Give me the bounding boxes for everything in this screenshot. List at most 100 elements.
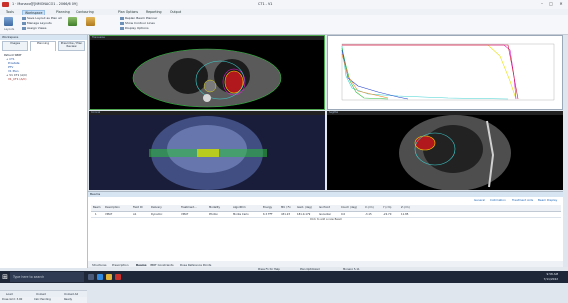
browser-icon[interactable]: [97, 274, 103, 280]
col-field-id[interactable]: Field ID: [133, 206, 143, 209]
status-dose-grid: Dose Grid: 3.00: [2, 298, 23, 301]
sagittal-image: [399, 115, 511, 190]
document-title: CT1 - V1: [258, 2, 273, 6]
tab-images[interactable]: Images: [2, 41, 28, 51]
unload-all-button[interactable]: Unload All: [64, 292, 78, 296]
col-treatment[interactable]: Treatment...: [181, 206, 197, 209]
dvh-chart: [328, 36, 562, 109]
dvh-view[interactable]: [327, 35, 563, 110]
maximize-icon[interactable]: □: [547, 1, 555, 7]
close-icon[interactable]: ✕: [557, 1, 565, 7]
ribbon-item-manage-layouts[interactable]: Manage Layouts: [22, 21, 52, 25]
col-algorithm[interactable]: Algorithm: [233, 206, 246, 209]
task-view-icon[interactable]: [88, 274, 94, 280]
col-mu[interactable]: MU / Fx: [281, 206, 291, 209]
col-description[interactable]: Description: [105, 206, 120, 209]
cell-treatment[interactable]: VMAT: [181, 213, 188, 216]
display-icon: [120, 26, 124, 30]
tab-beams[interactable]: Beams: [136, 263, 147, 267]
col-gantry[interactable]: Gant. (deg): [297, 206, 312, 209]
tab-dose-reference-points[interactable]: Dose Reference Points: [180, 263, 211, 267]
cell-mu[interactable]: 431.23: [281, 213, 290, 216]
cell-description[interactable]: VMAT: [105, 213, 112, 216]
col-y[interactable]: Y (cm): [383, 206, 391, 209]
save-icon: [22, 16, 26, 20]
cell-x[interactable]: -3.15: [365, 213, 372, 216]
col-x[interactable]: X (cm): [365, 206, 374, 209]
menu-output[interactable]: Output: [170, 10, 181, 14]
col-z[interactable]: Z (cm): [401, 206, 410, 209]
subtab-beam-display[interactable]: Beam Display: [538, 198, 557, 202]
status-ready: Ready: [64, 298, 73, 301]
subtab-general[interactable]: General: [474, 198, 485, 202]
add-beam-row[interactable]: Click to add a new Beam: [91, 218, 561, 222]
ribbon-item-display-options[interactable]: Display Options: [120, 26, 149, 30]
panel-header: Workspace: [0, 35, 87, 40]
tab-plan-review[interactable]: Prescribe / Plan Review: [58, 41, 85, 51]
cell-delivery[interactable]: Dynamic: [151, 213, 162, 216]
col-energy[interactable]: Energy: [263, 206, 272, 209]
lines-icon: [120, 21, 124, 25]
tab-structures[interactable]: Structures: [92, 263, 106, 267]
ribbon-item-replan[interactable]: Replan Beam Planner: [120, 16, 157, 20]
taskbar: ⊞ Type here to search 9:58 AM 7/11/2022: [0, 271, 568, 283]
cell-field-id[interactable]: A1: [133, 213, 136, 216]
menu-contouring[interactable]: Contouring: [76, 10, 94, 14]
cell-y[interactable]: -22.70: [383, 213, 391, 216]
beams-header: Beams: [88, 192, 563, 197]
subtab-collimation[interactable]: Collimation: [490, 198, 506, 202]
col-beam[interactable]: Beam: [93, 206, 101, 209]
cell-z[interactable]: 11.85: [401, 213, 408, 216]
ribbon-group-layouts: Layouts: [4, 28, 15, 31]
tab-planning[interactable]: Planning: [30, 41, 56, 51]
ribbon-item-save-layout[interactable]: Save Layout as Plan all: [22, 16, 62, 20]
target-band: [197, 149, 219, 157]
ribbon: Save Layout as Plan all Manage Layouts A…: [0, 15, 568, 35]
overlay-icon[interactable]: [86, 17, 95, 26]
clock-date: 7/11/2022: [543, 276, 558, 281]
ribbon-item-show-contour-lines[interactable]: Show Contour Lines: [120, 21, 155, 25]
col-delivery[interactable]: Delivery: [151, 206, 162, 209]
cell-modality[interactable]: Photon: [209, 213, 218, 216]
cell-gantry[interactable]: 181.0-179: [297, 213, 310, 216]
cell-beam[interactable]: 1: [95, 213, 97, 216]
clock[interactable]: 9:58 AM 7/11/2022: [544, 272, 558, 281]
axial-image: [132, 48, 282, 108]
tab-imrt-constraints[interactable]: IMRT Constraints: [150, 263, 174, 267]
cell-energy[interactable]: 6 X FFF: [263, 213, 273, 216]
menu-tools[interactable]: Tools: [6, 10, 14, 14]
cell-algorithm[interactable]: Monte Carlo: [233, 213, 249, 216]
explorer-icon[interactable]: [106, 274, 112, 280]
cell-iso[interactable]: Isocenter: [319, 213, 331, 216]
col-modality[interactable]: Modality: [209, 206, 220, 209]
sagittal-view[interactable]: Sagittal: [327, 111, 563, 190]
workspace-panel: Workspace Images Planning Prescribe / Pl…: [0, 35, 88, 303]
coronal-image: [89, 115, 325, 190]
windows-start-icon[interactable]: ⊞: [0, 271, 10, 283]
col-iso[interactable]: Iso Point: [319, 206, 330, 209]
layout-icon[interactable]: [4, 17, 13, 26]
cell-couch[interactable]: 0.0: [341, 213, 345, 216]
taskbar-search[interactable]: Type here to search: [10, 272, 84, 282]
col-couch[interactable]: Couch (deg): [341, 206, 357, 209]
menu-planning[interactable]: Planning: [56, 10, 70, 14]
monaco-icon[interactable]: [115, 274, 121, 280]
subtab-treatment-aids[interactable]: Treatment Aids: [512, 198, 533, 202]
coronal-view[interactable]: Coronal: [89, 111, 325, 190]
contour-icon[interactable]: [68, 17, 77, 26]
spine: [203, 94, 211, 102]
panel-status: Dose Grid: 3.00 Calc Pending Ready: [0, 297, 87, 303]
ribbon-item-assign-views[interactable]: Assign Views: [22, 26, 46, 30]
unload-button[interactable]: Unload: [36, 292, 46, 296]
axial-view[interactable]: Transverse: [89, 35, 325, 110]
beams-table-header: Beam Description Field ID Delivery Treat…: [91, 205, 561, 212]
menu-reporting[interactable]: Reporting: [146, 10, 162, 14]
minimize-icon[interactable]: –: [538, 1, 546, 7]
beams-panel: Beams General Collimation Treatment Aids…: [88, 191, 563, 262]
panel-footer: Load Unload Unload All: [0, 290, 87, 297]
load-button[interactable]: Load: [6, 292, 13, 296]
menu-plan-options[interactable]: Plan Options: [118, 10, 138, 14]
manage-icon: [22, 21, 26, 25]
tab-prescription[interactable]: Prescription: [112, 263, 129, 267]
tree-item-ct1-ac-plan[interactable]: V1_CT1 (A/C): [8, 77, 26, 81]
